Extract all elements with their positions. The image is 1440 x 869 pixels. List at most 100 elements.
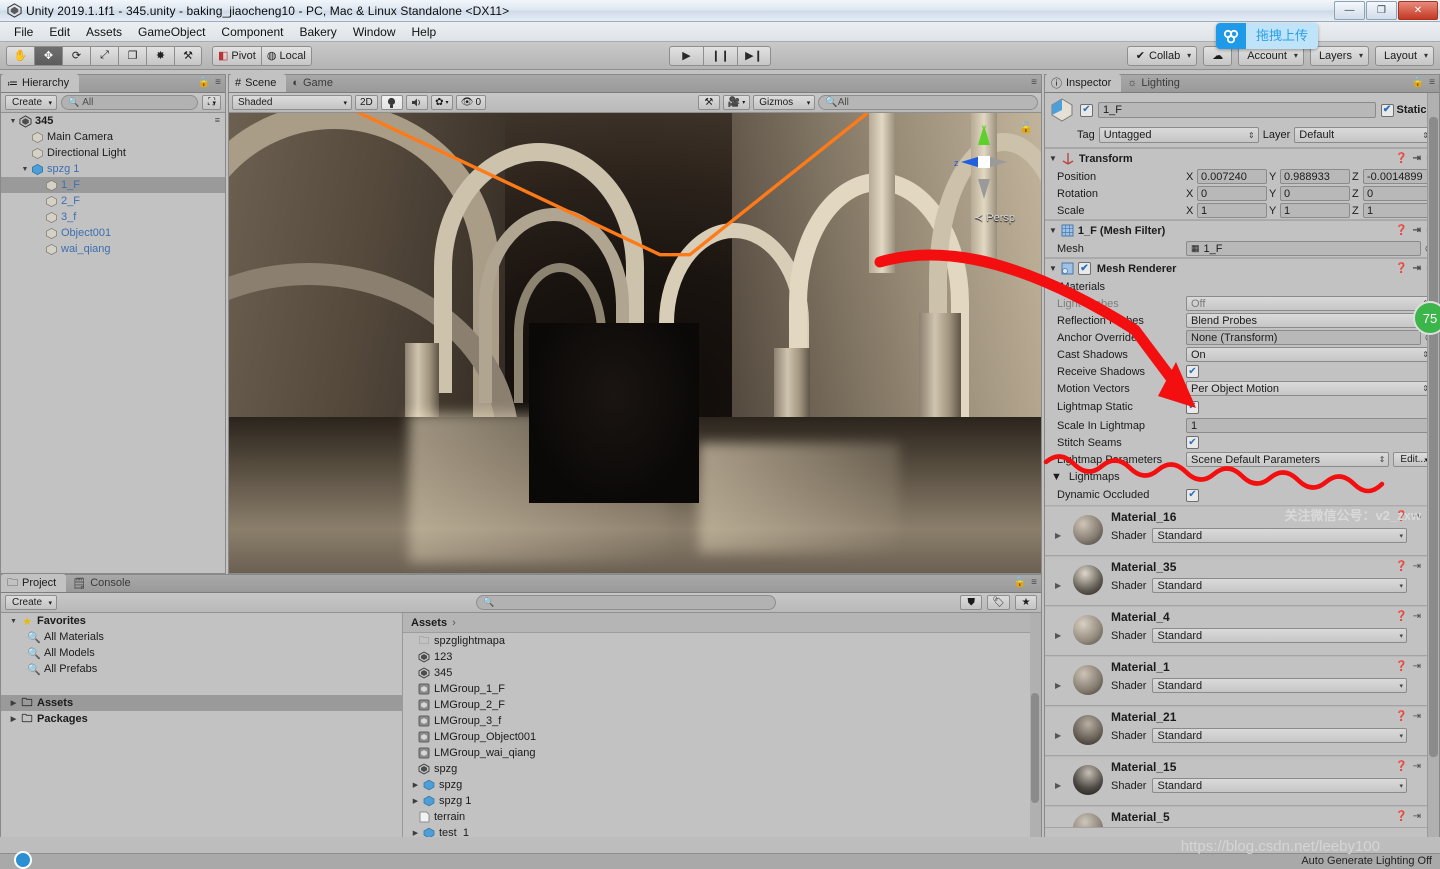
custom-tool-button[interactable]: ⚒: [174, 45, 202, 66]
lock-icon[interactable]: 🔒: [198, 77, 210, 88]
tab-inspector[interactable]: ⓘ Inspector: [1045, 74, 1122, 92]
close-button[interactable]: ✕: [1398, 1, 1438, 20]
hierarchy-row-1f[interactable]: 1_F: [1, 177, 225, 193]
scene-fx-dropdown[interactable]: ✿ ▾: [430, 95, 453, 110]
scene-orientation-gizmo[interactable]: y z: [949, 121, 1019, 211]
materials-foldout-row[interactable]: ▶ Materials: [1045, 278, 1439, 295]
favorites-all-models[interactable]: 🔍 All Models: [1, 645, 402, 661]
hierarchy-menu-icon[interactable]: ≡: [215, 77, 221, 88]
collapse-arrow-icon[interactable]: ▶: [1055, 781, 1061, 790]
project-root-packages[interactable]: ▶ 🗀 Packages: [1, 711, 402, 727]
rotate-tool-button[interactable]: ⟳: [62, 45, 90, 66]
help-icon[interactable]: ❓: [1395, 511, 1407, 522]
collapse-arrow-icon[interactable]: ▶: [1049, 283, 1054, 291]
favorites-all-prefabs[interactable]: 🔍 All Prefabs: [1, 661, 402, 677]
collab-button[interactable]: ✔ Collab: [1126, 45, 1198, 66]
menu-assets[interactable]: Assets: [78, 23, 130, 41]
stitch-seams-checkbox[interactable]: [1186, 436, 1199, 449]
lightmap-parameters-dropdown[interactable]: Scene Default Parameters: [1186, 452, 1390, 467]
expand-arrow-icon[interactable]: ▶: [409, 829, 422, 837]
scene-audio-toggle[interactable]: [405, 95, 428, 110]
asset-row-lmgroup-object001[interactable]: LMGroup_Object001: [403, 729, 1041, 745]
expand-arrow-icon[interactable]: ▼: [7, 118, 19, 125]
restore-button[interactable]: ❐: [1366, 1, 1397, 20]
hierarchy-row-spzg1[interactable]: ▼ spzg 1: [1, 161, 225, 177]
lock-icon[interactable]: 🔒: [1412, 77, 1424, 88]
collapse-arrow-icon[interactable]: ▼: [7, 618, 20, 625]
collapse-arrow-icon[interactable]: ▶: [1055, 681, 1061, 690]
layout-button[interactable]: Layout: [1374, 45, 1434, 66]
layer-dropdown[interactable]: Default: [1294, 127, 1433, 143]
rotation-z-input[interactable]: 0: [1363, 186, 1433, 201]
project-menu-icon[interactable]: ≡: [1031, 577, 1037, 588]
inspector-scroll-thumb[interactable]: [1429, 117, 1438, 757]
expand-arrow-icon[interactable]: ▶: [409, 781, 422, 789]
shader-dropdown[interactable]: Standard: [1152, 628, 1407, 643]
shading-mode-dropdown[interactable]: Shaded: [232, 95, 352, 110]
position-x-input[interactable]: 0.007240: [1197, 169, 1267, 184]
scale-in-lightmap-input[interactable]: 1: [1186, 418, 1433, 433]
project-search-input[interactable]: 🔍: [476, 595, 777, 610]
preset-icon[interactable]: ⇥: [1413, 611, 1421, 622]
favorites-all-materials[interactable]: 🔍 All Materials: [1, 629, 402, 645]
lock-icon[interactable]: 🔒: [1014, 577, 1026, 588]
scene-hidden-objects-toggle[interactable]: 👁 0: [455, 95, 487, 110]
help-icon[interactable]: ❓: [1395, 711, 1407, 722]
preset-icon[interactable]: ⇥: [1413, 561, 1421, 572]
2d-toggle-button[interactable]: 2D: [355, 95, 378, 110]
menu-help[interactable]: Help: [404, 23, 445, 41]
space-toggle-button[interactable]: ◍ Local: [260, 45, 312, 66]
asset-row-345[interactable]: 345: [403, 665, 1041, 681]
rect-tool-button[interactable]: ❐: [118, 45, 146, 66]
hierarchy-row-main-camera[interactable]: Main Camera: [1, 129, 225, 145]
help-icon[interactable]: ❓: [1395, 661, 1407, 672]
asset-row-123[interactable]: 123: [403, 649, 1041, 665]
asset-row-spzg-1[interactable]: ▶ spzg 1: [403, 793, 1041, 809]
inspector-menu-icon[interactable]: ≡: [1429, 77, 1435, 88]
help-icon[interactable]: ❓: [1395, 153, 1407, 164]
reflection-probes-dropdown[interactable]: Blend Probes: [1186, 313, 1433, 328]
expand-arrow-icon[interactable]: ▶: [7, 699, 20, 707]
project-favorite-button[interactable]: ★: [1015, 595, 1037, 610]
position-y-input[interactable]: 0.988933: [1280, 169, 1350, 184]
collapse-arrow-icon[interactable]: ▼: [1049, 226, 1057, 235]
layers-button[interactable]: Layers: [1309, 45, 1369, 66]
hierarchy-row-object001[interactable]: Object001: [1, 225, 225, 241]
menu-window[interactable]: Window: [345, 23, 404, 41]
menu-bakery[interactable]: Bakery: [291, 23, 344, 41]
cast-shadows-dropdown[interactable]: On: [1186, 347, 1433, 362]
light-probes-dropdown[interactable]: Off: [1186, 296, 1433, 311]
asset-row-ter22[interactable]: terrain: [403, 809, 1041, 825]
minimize-button[interactable]: —: [1334, 1, 1365, 20]
static-toggle[interactable]: Static ▾: [1380, 103, 1433, 117]
asset-row-spzg-scene[interactable]: spzg: [403, 761, 1041, 777]
asset-row-lmgroup-1f[interactable]: LMGroup_1_F: [403, 681, 1041, 697]
lightmap-static-checkbox[interactable]: [1186, 400, 1199, 414]
help-icon[interactable]: ❓: [1395, 225, 1407, 236]
gizmos-dropdown[interactable]: Gizmos: [753, 95, 816, 110]
expand-arrow-icon[interactable]: ▼: [19, 166, 31, 173]
expand-arrow-icon[interactable]: ▶: [409, 797, 422, 805]
asset-row-lmgroup-3f[interactable]: LMGroup_3_f: [403, 713, 1041, 729]
preset-icon[interactable]: ⇥: [1413, 153, 1421, 164]
project-create-button[interactable]: Create: [5, 595, 58, 610]
transform-header[interactable]: ▼ Transform ❓ ⇥ ⚙: [1045, 149, 1439, 168]
inspector-scrollbar[interactable]: [1427, 93, 1439, 852]
asset-row-lmgroup-2f[interactable]: LMGroup_2_F: [403, 697, 1041, 713]
preset-icon[interactable]: ⇥: [1413, 225, 1421, 236]
shader-dropdown[interactable]: Standard: [1152, 678, 1407, 693]
lightmaps-foldout-row[interactable]: ▼ Lightmaps: [1045, 468, 1439, 485]
static-checkbox[interactable]: [1380, 103, 1394, 117]
help-icon[interactable]: ❓: [1395, 263, 1407, 274]
collapse-arrow-icon[interactable]: ▶: [1055, 531, 1061, 540]
scale-z-input[interactable]: 1: [1363, 203, 1433, 218]
hierarchy-row-2f[interactable]: 2_F: [1, 193, 225, 209]
project-filter-label-button[interactable]: 🏷: [987, 595, 1010, 610]
scale-tool-button[interactable]: ⤢: [90, 45, 118, 66]
expand-arrow-icon[interactable]: ▶: [7, 715, 20, 723]
shader-dropdown[interactable]: Standard: [1152, 528, 1407, 543]
anchor-override-object-field[interactable]: None (Transform): [1186, 330, 1422, 345]
scene-menu-icon[interactable]: ≡: [1031, 77, 1037, 88]
project-scroll-thumb[interactable]: [1031, 693, 1039, 803]
help-icon[interactable]: ❓: [1395, 611, 1407, 622]
